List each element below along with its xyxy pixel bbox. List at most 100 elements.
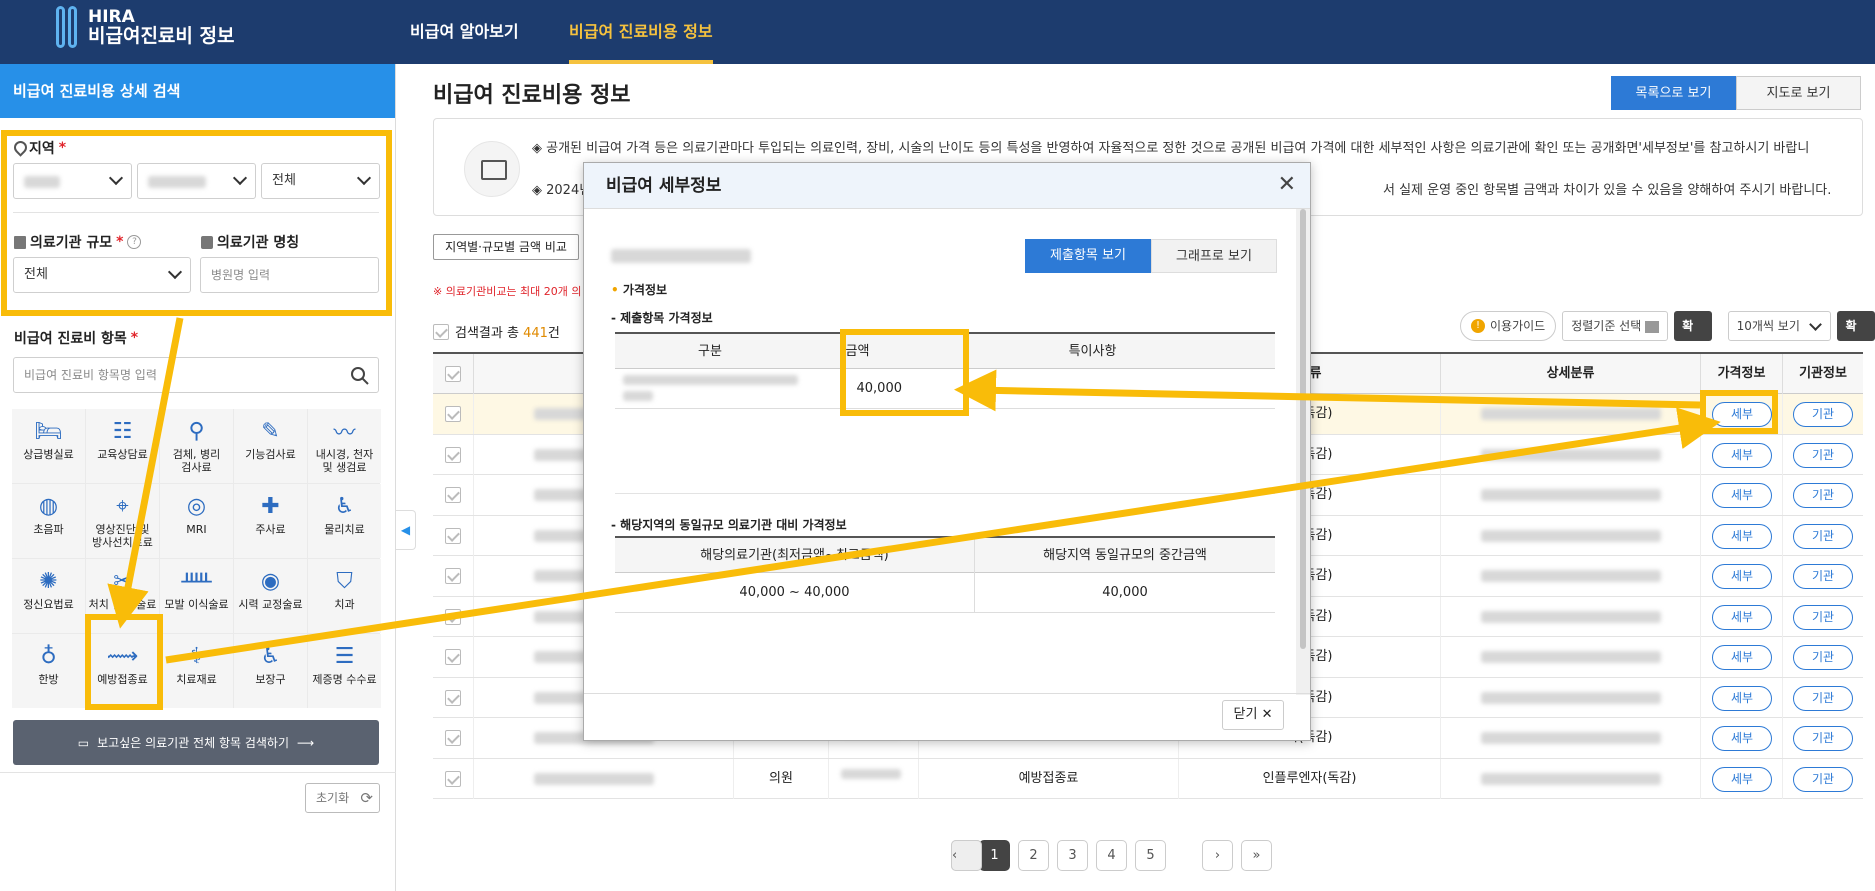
region-compare-button[interactable]: 지역별·규모별 금액 비교 (433, 234, 579, 260)
nav-cost-info[interactable]: 비급여 진료비용 정보 (569, 0, 713, 64)
last-page-button[interactable]: » (1241, 840, 1272, 871)
category-microscope[interactable]: ⚲ 검체, 병리 검사료 (160, 409, 233, 483)
detail-button[interactable]: 세부 (1712, 523, 1772, 549)
detail-button[interactable]: 세부 (1712, 402, 1772, 427)
institution-button[interactable]: 기관 (1793, 402, 1853, 427)
category-label: 영상진단 및 방사선치료료 (92, 523, 153, 549)
row-checkbox[interactable] (445, 568, 461, 584)
row-checkbox[interactable] (445, 487, 461, 503)
detail-button[interactable]: 세부 (1712, 645, 1772, 670)
hira-logo[interactable]: HIRA 비급여진료비 정보 (56, 6, 234, 48)
modal-scrollbar[interactable] (1296, 209, 1310, 695)
category-eye[interactable]: ◉ 시력 교정술료 (234, 559, 307, 633)
row-checkbox[interactable] (445, 770, 461, 787)
category-ultrasound[interactable]: ◍ 초음파 (12, 484, 85, 558)
institution-button[interactable]: 기관 (1793, 442, 1853, 468)
page-5[interactable]: 5 (1135, 840, 1166, 871)
category-bed[interactable]: 🛏 상급병실료 (12, 409, 85, 483)
page-1[interactable]: 1 (979, 840, 1010, 871)
nav-learn[interactable]: 비급여 알아보기 (410, 0, 519, 64)
category-vaccine[interactable]: ⟿ 예방접종료 (86, 634, 159, 708)
detail-button[interactable]: 세부 (1712, 442, 1772, 468)
category-physio[interactable]: ♿ 물리치료 (308, 484, 381, 558)
physio-icon: ♿ (334, 493, 355, 519)
per-page-confirm-button[interactable]: 확인 (1837, 311, 1875, 363)
institution-button[interactable]: 기관 (1793, 604, 1853, 630)
region-sigungu-select[interactable] (137, 163, 256, 199)
category-label: 처치 및 수술료 (88, 598, 157, 611)
page-3[interactable]: 3 (1057, 840, 1088, 871)
row-checkbox[interactable] (445, 527, 461, 544)
detail-button[interactable]: 세부 (1712, 685, 1772, 711)
folder-icon: ▭ (77, 735, 90, 750)
category-wheelchair[interactable]: ♿ 보장구 (234, 634, 307, 708)
category-material[interactable]: ⚕ 치료재료 (160, 634, 233, 708)
usage-guide-button[interactable]: ! 이용가이드 (1460, 311, 1557, 341)
institution-button[interactable]: 기관 (1793, 726, 1853, 751)
category-radiation[interactable]: ⌖ 영상진단 및 방사선치료료 (86, 484, 159, 558)
sort-select[interactable]: 정렬기준 선택 (1562, 311, 1669, 341)
category-label: MRI (186, 523, 207, 536)
region-sido-select[interactable] (13, 163, 132, 199)
material-icon: ⚕ (190, 643, 203, 669)
row-checkbox[interactable] (445, 446, 461, 463)
page-4[interactable]: 4 (1096, 840, 1127, 871)
category-acupuncture[interactable]: ♁ 한방 (12, 634, 85, 708)
col-gubun: 구분 (698, 344, 722, 359)
per-page-select[interactable]: 10개씩 보기 (1727, 311, 1832, 341)
hospital-name-input[interactable]: 병원명 입력 (200, 257, 379, 293)
category-mri[interactable]: ◎ MRI (160, 484, 233, 558)
sort-confirm-button[interactable]: 확인 (1674, 311, 1712, 363)
row-checkbox[interactable] (445, 649, 461, 665)
reset-button[interactable]: 초기화 ⟳ (305, 783, 380, 813)
row-checkbox[interactable] (445, 689, 461, 706)
category-label: 기능검사료 (245, 448, 296, 461)
item-search-input[interactable]: 비급여 진료비 항목명 입력 (13, 357, 379, 393)
detail-cell (1440, 718, 1700, 758)
select-all-checkbox[interactable] (433, 323, 449, 340)
tab-submitted-items[interactable]: 제출항목 보기 (1025, 239, 1151, 273)
row-checkbox[interactable] (445, 730, 461, 746)
institution-button[interactable]: 기관 (1793, 645, 1853, 670)
category-surgery[interactable]: ✂ 처치 및 수술료 (86, 559, 159, 633)
row-checkbox[interactable] (445, 406, 461, 422)
wheelchair-icon: ♿ (260, 643, 281, 669)
detail-button[interactable]: 세부 (1712, 766, 1772, 792)
institution-button[interactable]: 기관 (1793, 564, 1853, 589)
institution-button[interactable]: 기관 (1793, 523, 1853, 549)
detail-button[interactable]: 세부 (1712, 564, 1772, 589)
next-page-button[interactable]: › (1202, 840, 1233, 871)
category-brain[interactable]: ✺ 정신요법료 (12, 559, 85, 633)
map-view-button[interactable]: 지도로 보기 (1736, 76, 1861, 110)
modal-title: 비급여 세부정보 (584, 163, 1310, 209)
category-endoscope[interactable]: 〰 내시경, 천자 및 생검료 (308, 409, 381, 483)
category-hair[interactable]: ᚊ 모발 이식술료 (160, 559, 233, 633)
detail-button[interactable]: 세부 (1712, 483, 1772, 508)
detail-button[interactable]: 세부 (1712, 604, 1772, 630)
search-all-items-button[interactable]: ▭ 보고싶은 의료기관 전체 항목 검색하기 ⟶ (13, 720, 379, 765)
tab-graph[interactable]: 그래프로 보기 (1151, 239, 1277, 273)
search-icon[interactable] (350, 366, 370, 386)
category-syringe[interactable]: ✚ 주사료 (234, 484, 307, 558)
size-select[interactable]: 전체 (13, 257, 191, 293)
close-icon[interactable]: ✕ (1278, 173, 1296, 197)
institution-button[interactable]: 기관 (1793, 685, 1853, 711)
prev-page-button[interactable]: ‹ (951, 840, 982, 871)
detail-button[interactable]: 세부 (1712, 726, 1772, 751)
category-certificate[interactable]: ☰ 제증명 수수료 (308, 634, 381, 708)
hospital-name-cell[interactable] (473, 758, 733, 799)
row-checkbox[interactable] (445, 608, 461, 625)
inst-cell: 기관 (1782, 475, 1863, 515)
modal-close-button[interactable]: 닫기 ✕ (1222, 700, 1284, 730)
institution-button[interactable]: 기관 (1793, 766, 1853, 792)
sidebar-collapse-button[interactable]: ◀ (396, 510, 416, 550)
institution-button[interactable]: 기관 (1793, 483, 1853, 508)
header-checkbox[interactable] (445, 366, 461, 382)
category-label: 모발 이식술료 (164, 598, 229, 611)
page-2[interactable]: 2 (1018, 840, 1049, 871)
list-view-button[interactable]: 목록으로 보기 (1611, 76, 1736, 110)
category-hand-test[interactable]: ✎ 기능검사료 (234, 409, 307, 483)
region-dong-select[interactable]: 전체 (261, 163, 380, 199)
category-consultation[interactable]: ☷ 교육상담료 (86, 409, 159, 483)
category-tooth[interactable]: ⛉ 치과 (308, 559, 381, 633)
